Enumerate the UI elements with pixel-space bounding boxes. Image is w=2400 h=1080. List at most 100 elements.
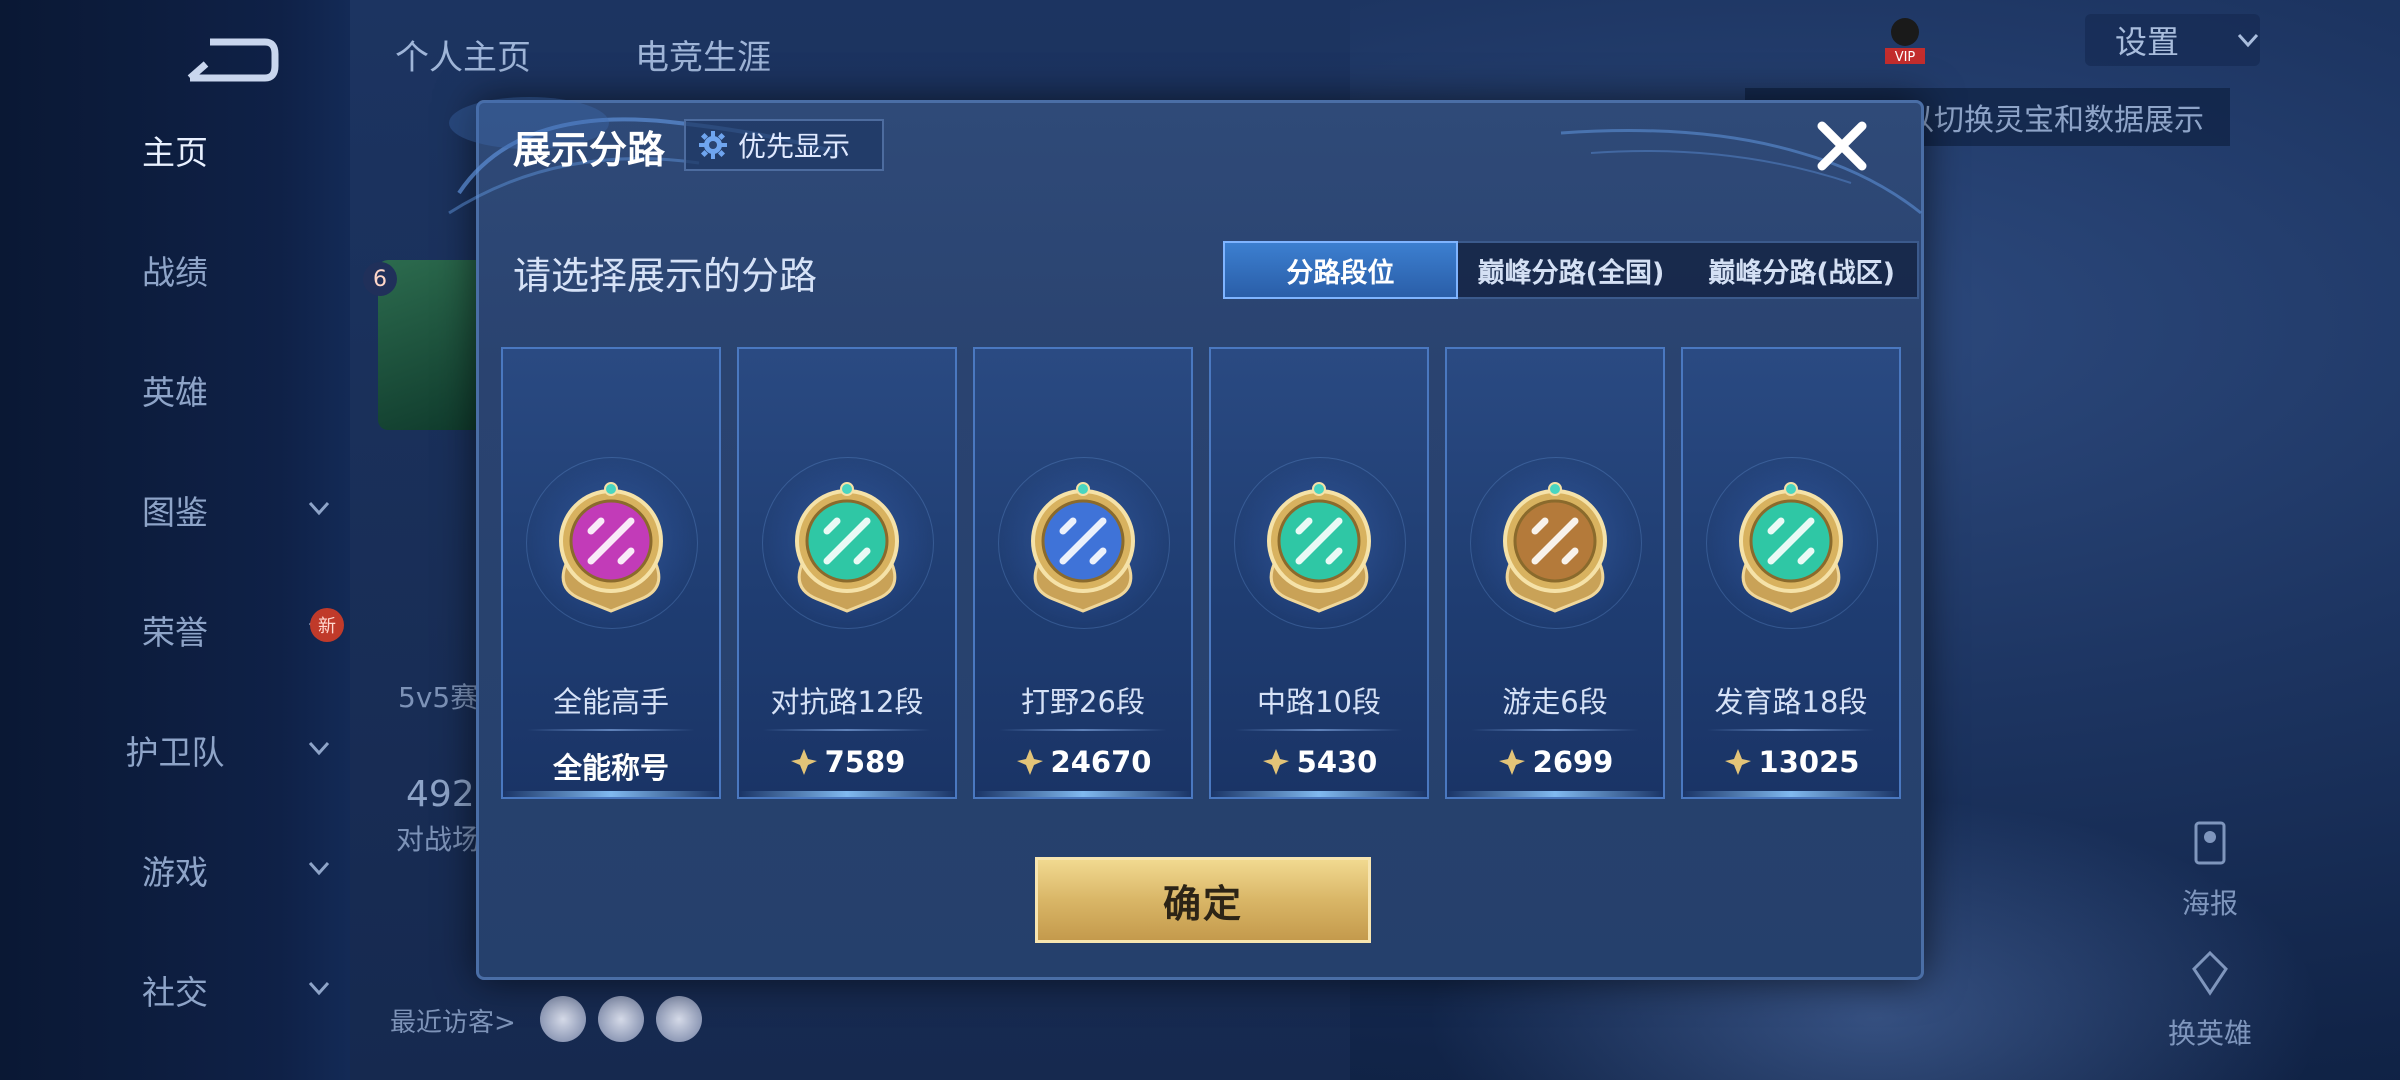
clash-lane-badge-icon <box>795 482 899 613</box>
sidebar-item-label: 主页 <box>142 133 208 172</box>
card-bottom-glow <box>1683 791 1899 797</box>
sidebar-item[interactable]: 荣誉 <box>0 600 350 660</box>
chevron-down-icon <box>308 981 330 996</box>
chevron-down-icon <box>308 741 330 756</box>
sidebar-item[interactable]: 战绩 <box>0 240 350 300</box>
lane-rank-label: 对抗路12段 <box>770 685 924 719</box>
farm-lane-badge-icon <box>1739 482 1843 613</box>
back-arrow-icon[interactable] <box>180 30 280 90</box>
sidebar-item[interactable]: 图鉴 <box>0 480 350 540</box>
jungle-badge-icon <box>1031 482 1135 613</box>
score-icon <box>1262 749 1289 775</box>
lane-rank-label: 打野26段 <box>1021 685 1145 719</box>
sidebar-item-label: 荣誉 <box>142 613 208 652</box>
sidebar-item[interactable]: 英雄 <box>0 360 350 420</box>
hero-count-badge: 6 <box>363 262 397 296</box>
lane-score-value: 2699 <box>1532 745 1614 779</box>
tab-peak-lane-national[interactable]: 巅峰分路(全国) <box>1456 243 1687 297</box>
priority-display-button[interactable]: 优先显示 <box>684 119 884 171</box>
sidebar-item-label: 游戏 <box>142 853 208 892</box>
chevron-down-icon <box>308 501 330 516</box>
swap-hero-label: 换英雄 <box>2167 1017 2252 1050</box>
dialog-subtitle: 请选择展示的分路 <box>513 254 818 298</box>
priority-display-label: 优先显示 <box>738 130 851 163</box>
score-icon <box>1016 749 1043 775</box>
lane-score-value: 13025 <box>1758 745 1860 779</box>
lane-rank-label: 发育路18段 <box>1714 685 1868 719</box>
settings-label: 设置 <box>2115 23 2180 61</box>
sidebar-item-label: 英雄 <box>142 373 208 412</box>
tab-lane-rank[interactable]: 分路段位 <box>1223 241 1458 299</box>
lane-score: 5430 <box>1211 745 1427 779</box>
lane-display-dialog: 展示分路 优先显示 请选择展示的分路 分路段位 巅峰分路(全国) 巅峰分路(战区… <box>448 97 1924 980</box>
lane-card-list: 全能高手 全能称号 对抗路12段 7589 打野26段 24670 中路10段 5430 游走6… <box>501 347 1901 799</box>
lane-card[interactable]: 全能高手 全能称号 <box>501 347 721 799</box>
vip-icon: VIP <box>1885 18 1925 65</box>
card-bottom-glow <box>975 791 1191 797</box>
chevron-down-icon <box>308 861 330 876</box>
lane-score-value: 24670 <box>1050 745 1152 779</box>
lane-card[interactable]: 对抗路12段 7589 <box>737 347 957 799</box>
close-button[interactable] <box>1807 111 1877 181</box>
svg-text:VIP: VIP <box>1895 50 1916 65</box>
sidebar-item[interactable]: 主页 <box>0 120 350 180</box>
poster-button[interactable]: 海报 <box>2150 815 2270 922</box>
settings-button[interactable]: 设置 <box>2085 14 2260 66</box>
visitor-avatar[interactable] <box>598 996 644 1042</box>
lane-card[interactable]: 游走6段 2699 <box>1445 347 1665 799</box>
lane-score-value: 5430 <box>1296 745 1378 779</box>
chevron-down-icon <box>2237 33 2259 48</box>
close-icon <box>1817 121 1867 171</box>
lane-score: 2699 <box>1447 745 1663 779</box>
lane-score: 7589 <box>739 745 955 779</box>
lane-score-value: 7589 <box>824 745 906 779</box>
poster-label: 海报 <box>2181 887 2238 920</box>
visitor-avatar[interactable] <box>540 996 586 1042</box>
tab-peak-lane-region[interactable]: 巅峰分路(战区) <box>1686 243 1917 297</box>
score-icon <box>790 749 817 775</box>
card-bottom-glow <box>739 791 955 797</box>
new-badge: 新 <box>310 608 344 642</box>
divider <box>999 729 1167 731</box>
tab-personal-home[interactable]: 个人主页 <box>395 30 531 79</box>
visitor-avatar[interactable] <box>656 996 702 1042</box>
lane-rank-label: 游走6段 <box>1502 685 1608 719</box>
card-bottom-glow <box>1447 791 1663 797</box>
vip-area[interactable]: VIP <box>1880 12 2070 72</box>
divider <box>1471 729 1639 731</box>
lane-card[interactable]: 中路10段 5430 <box>1209 347 1429 799</box>
confirm-button[interactable]: 确定 <box>1035 857 1371 943</box>
lane-card[interactable]: 打野26段 24670 <box>973 347 1193 799</box>
card-bottom-glow <box>503 791 719 797</box>
divider <box>1707 729 1875 731</box>
sidebar-item-label: 社交 <box>142 973 208 1012</box>
sidebar-item-label: 护卫队 <box>125 733 225 772</box>
hero-thumbnail[interactable]: 6 <box>363 260 488 430</box>
lane-score: 全能称号 <box>503 745 719 787</box>
divider <box>527 729 695 731</box>
lane-score-value: 全能称号 <box>552 751 669 785</box>
swap-hero-icon <box>2192 950 2228 996</box>
stat-number: 492 <box>406 774 475 815</box>
swap-hero-button[interactable]: 换英雄 <box>2150 945 2270 1052</box>
lane-card[interactable]: 发育路18段 13025 <box>1681 347 1901 799</box>
all-round-badge-icon <box>559 482 663 613</box>
sidebar-item[interactable]: 游戏 <box>0 840 350 900</box>
lane-rank-label: 全能高手 <box>552 685 669 719</box>
mode-text: 5v5赛 <box>398 681 479 714</box>
divider <box>763 729 931 731</box>
lane-rank-label: 中路10段 <box>1257 685 1381 719</box>
sidebar-item[interactable]: 社交 <box>0 960 350 1020</box>
sidebar-item-label: 战绩 <box>142 253 208 292</box>
lane-score: 13025 <box>1683 745 1899 779</box>
battle-text: 对战场 <box>396 823 481 856</box>
lane-type-tabs: 分路段位 巅峰分路(全国) 巅峰分路(战区) <box>1223 241 1919 299</box>
sidebar-item[interactable]: 护卫队 <box>0 720 350 780</box>
recent-visitors-link[interactable]: 最近访客> <box>390 1002 516 1039</box>
score-icon <box>1498 749 1525 775</box>
score-icon <box>1724 749 1751 775</box>
lane-score: 24670 <box>975 745 1191 779</box>
card-bottom-glow <box>1211 791 1427 797</box>
tab-esports-career[interactable]: 电竞生涯 <box>635 30 771 79</box>
poster-icon <box>2194 821 2226 865</box>
